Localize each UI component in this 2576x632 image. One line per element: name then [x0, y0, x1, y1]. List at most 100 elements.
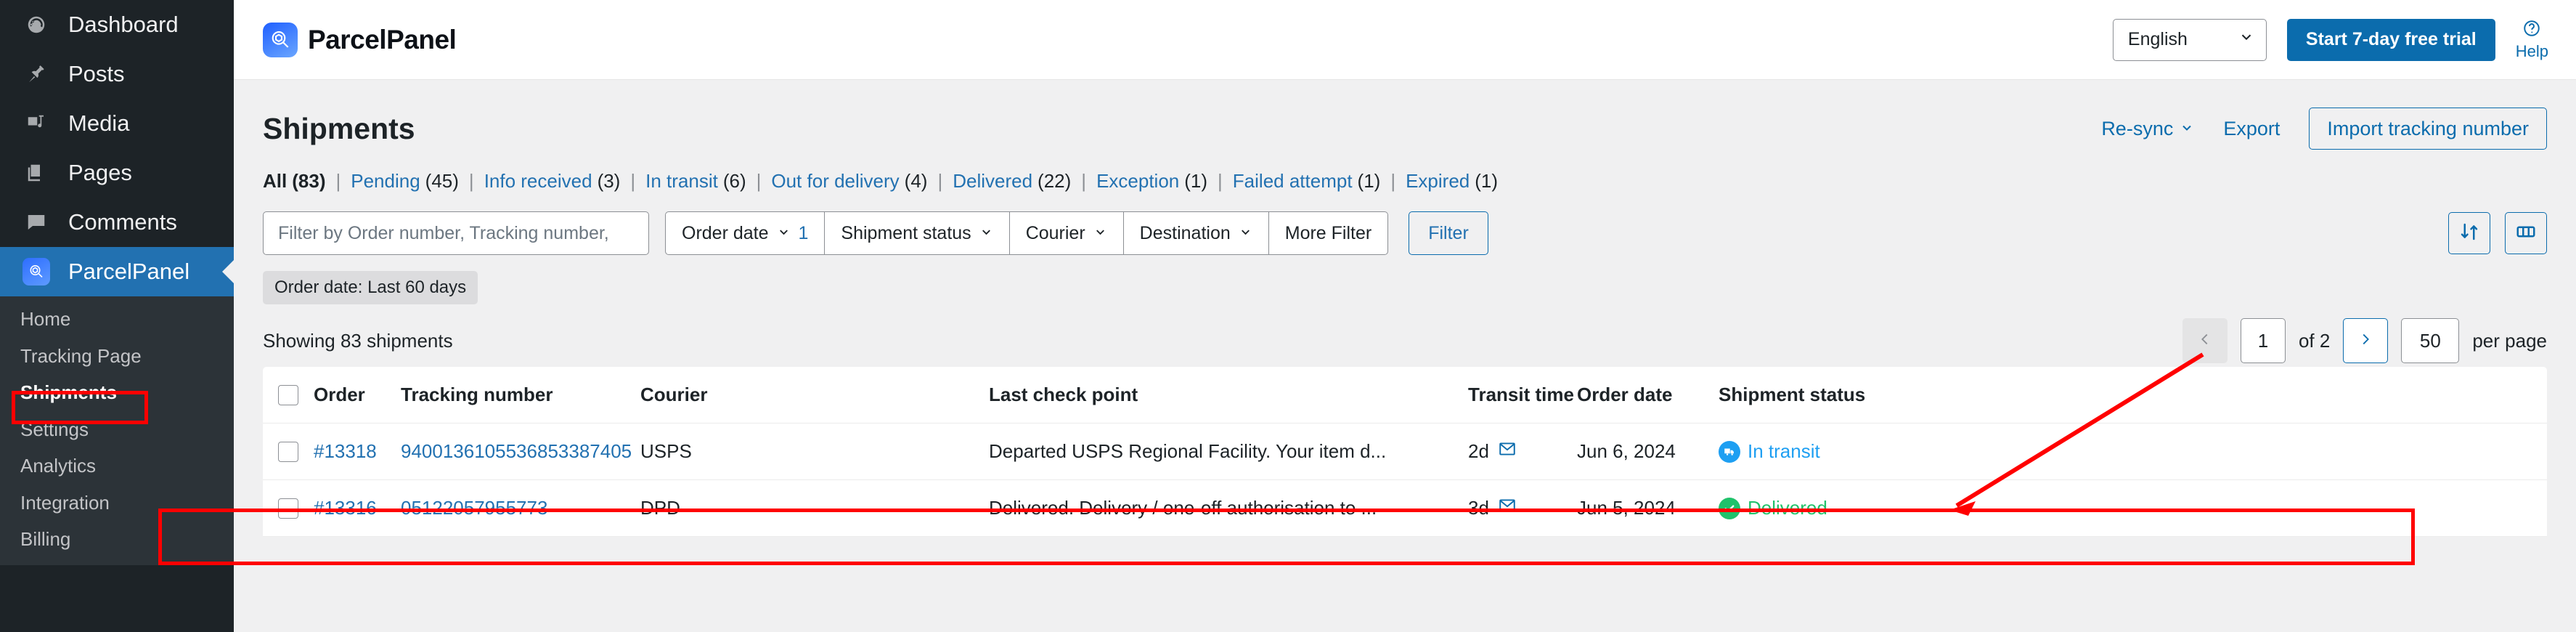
submenu-label: Analytics: [20, 455, 97, 477]
status-tab-label: Exception: [1096, 170, 1180, 192]
filter-order-date[interactable]: Order date 1: [665, 211, 826, 255]
chevron-down-icon: [1093, 223, 1107, 244]
status-tab-count: (1): [1475, 170, 1499, 192]
submenu-item-shipments[interactable]: Shipments: [0, 374, 234, 411]
export-button[interactable]: Export: [2223, 118, 2280, 140]
column-order-date: Order date: [1577, 384, 1673, 405]
submenu-item-integration[interactable]: Integration: [0, 485, 234, 522]
brand-name: ParcelPanel: [308, 24, 457, 54]
filter-more[interactable]: More Filter: [1268, 211, 1389, 255]
status-tab-failed-attempt[interactable]: Failed attempt (1): [1233, 170, 1381, 193]
envelope-icon[interactable]: [1498, 439, 1517, 463]
filter-label: Shipment status: [841, 222, 971, 243]
cell-courier: USPS: [640, 440, 692, 462]
submenu-label: Tracking Page: [20, 344, 142, 367]
parcelpanel-submenu: Home Tracking Page Shipments Settings An…: [0, 296, 234, 565]
main-content: ParcelPanel English Start 7-day free tri…: [158, 0, 2576, 632]
chip-order-date[interactable]: Order date: Last 60 days: [263, 271, 478, 304]
tab-separator: |: [1390, 170, 1396, 192]
filter-courier[interactable]: Courier: [1009, 211, 1124, 255]
apply-filter-button[interactable]: Filter: [1409, 211, 1488, 255]
select-all-checkbox[interactable]: [278, 384, 298, 405]
apply-filter-label: Filter: [1428, 222, 1469, 243]
check-circle-icon: [1719, 497, 1740, 519]
comment-icon: [20, 211, 52, 233]
question-circle-icon: [2522, 19, 2541, 41]
sidebar-item-parcelpanel[interactable]: ParcelPanel: [0, 247, 234, 296]
page-number-input[interactable]: 1: [2240, 318, 2286, 363]
sidebar-item-comments[interactable]: Comments: [0, 198, 234, 247]
status-tab-out-for-delivery[interactable]: Out for delivery (4): [771, 170, 927, 193]
submenu-item-home[interactable]: Home: [0, 301, 234, 338]
page-body: Shipments Re-sync Export Import tracking…: [234, 80, 2576, 537]
row-select-cell: [263, 498, 314, 519]
per-page-select[interactable]: 50: [2401, 318, 2460, 363]
cell-transit-time: 3d: [1468, 496, 1577, 520]
columns-button[interactable]: [2505, 212, 2547, 254]
cell-shipment-status: In transit: [1719, 440, 1936, 463]
per-page-value: 50: [2419, 329, 2441, 352]
submenu-label: Home: [20, 308, 71, 330]
select-all-cell: [263, 384, 314, 405]
import-label: Import tracking number: [2327, 117, 2529, 139]
filter-label: Destination: [1139, 222, 1231, 243]
filter-label: Courier: [1025, 222, 1085, 243]
status-tab-in-transit[interactable]: In transit (6): [645, 170, 746, 193]
transit-time-value: 3d: [1468, 497, 1489, 519]
status-tab-expired[interactable]: Expired (1): [1406, 170, 1498, 193]
brand: ParcelPanel: [263, 22, 457, 57]
prev-page-button[interactable]: [2182, 318, 2227, 363]
language-select[interactable]: English: [2112, 18, 2267, 61]
status-tab-pending[interactable]: Pending (45): [351, 170, 459, 193]
export-label: Export: [2223, 117, 2281, 139]
tracking-link[interactable]: 9400136105536853387405: [401, 440, 632, 462]
order-link[interactable]: #13318: [314, 440, 377, 462]
status-tab-info-received[interactable]: Info received (3): [484, 170, 621, 193]
submenu-label: Integration: [20, 491, 110, 514]
status-tab-all[interactable]: All (83): [263, 170, 325, 193]
import-tracking-number-button[interactable]: Import tracking number: [2309, 108, 2547, 150]
status-filter-tabs: All (83) | Pending (45) | Info received (3)…: [263, 170, 2547, 193]
columns-icon: [2515, 221, 2537, 246]
status-tab-label: Pending: [351, 170, 420, 192]
envelope-icon[interactable]: [1498, 496, 1517, 520]
submenu-item-billing[interactable]: Billing: [0, 521, 234, 558]
filter-destination[interactable]: Destination: [1123, 211, 1269, 255]
help-label: Help: [2515, 41, 2548, 60]
sidebar-item-posts[interactable]: Posts: [0, 49, 234, 99]
status-tab-exception[interactable]: Exception (1): [1096, 170, 1207, 193]
sidebar-item-dashboard[interactable]: Dashboard: [0, 0, 234, 49]
tracking-link[interactable]: 05122057955773: [401, 497, 547, 519]
tab-separator: |: [756, 170, 762, 192]
status-tab-delivered[interactable]: Delivered (22): [953, 170, 1071, 193]
start-free-trial-button[interactable]: Start 7-day free trial: [2286, 18, 2495, 61]
resync-button[interactable]: Re-sync: [2101, 118, 2194, 140]
next-page-button[interactable]: [2343, 318, 2389, 363]
page-title-row: Shipments Re-sync Export Import tracking…: [263, 80, 2547, 150]
pages-icon: [20, 162, 52, 184]
app-header: ParcelPanel English Start 7-day free tri…: [234, 0, 2576, 80]
help-button[interactable]: Help: [2516, 19, 2548, 61]
search-input[interactable]: Filter by Order number, Tracking number,: [263, 211, 649, 255]
cell-order: #13318: [314, 440, 401, 463]
sidebar-item-label: Comments: [68, 209, 177, 235]
submenu-item-tracking-page[interactable]: Tracking Page: [0, 338, 234, 375]
submenu-item-analytics[interactable]: Analytics: [0, 447, 234, 485]
status-tab-count: (83): [292, 170, 326, 192]
page-title: Shipments: [263, 111, 415, 145]
sort-button[interactable]: [2448, 212, 2490, 254]
filter-shipment-status[interactable]: Shipment status: [825, 211, 1010, 255]
submenu-item-settings[interactable]: Settings: [0, 411, 234, 448]
row-checkbox[interactable]: [278, 441, 298, 462]
table-row[interactable]: #13316 05122057955773 DPD Delivered. Del…: [263, 480, 2547, 537]
column-transit-time: Transit time: [1468, 384, 1574, 405]
cell-tracking-number: 05122057955773: [401, 497, 640, 519]
order-link[interactable]: #13316: [314, 497, 377, 519]
column-courier: Courier: [640, 384, 708, 405]
row-checkbox[interactable]: [278, 498, 298, 519]
submenu-label: Settings: [20, 418, 89, 440]
sidebar-item-media[interactable]: Media: [0, 99, 234, 148]
sidebar-item-pages[interactable]: Pages: [0, 148, 234, 198]
filter-active-count: 1: [798, 222, 809, 243]
table-row[interactable]: #13318 9400136105536853387405 USPS Depar…: [263, 424, 2547, 480]
